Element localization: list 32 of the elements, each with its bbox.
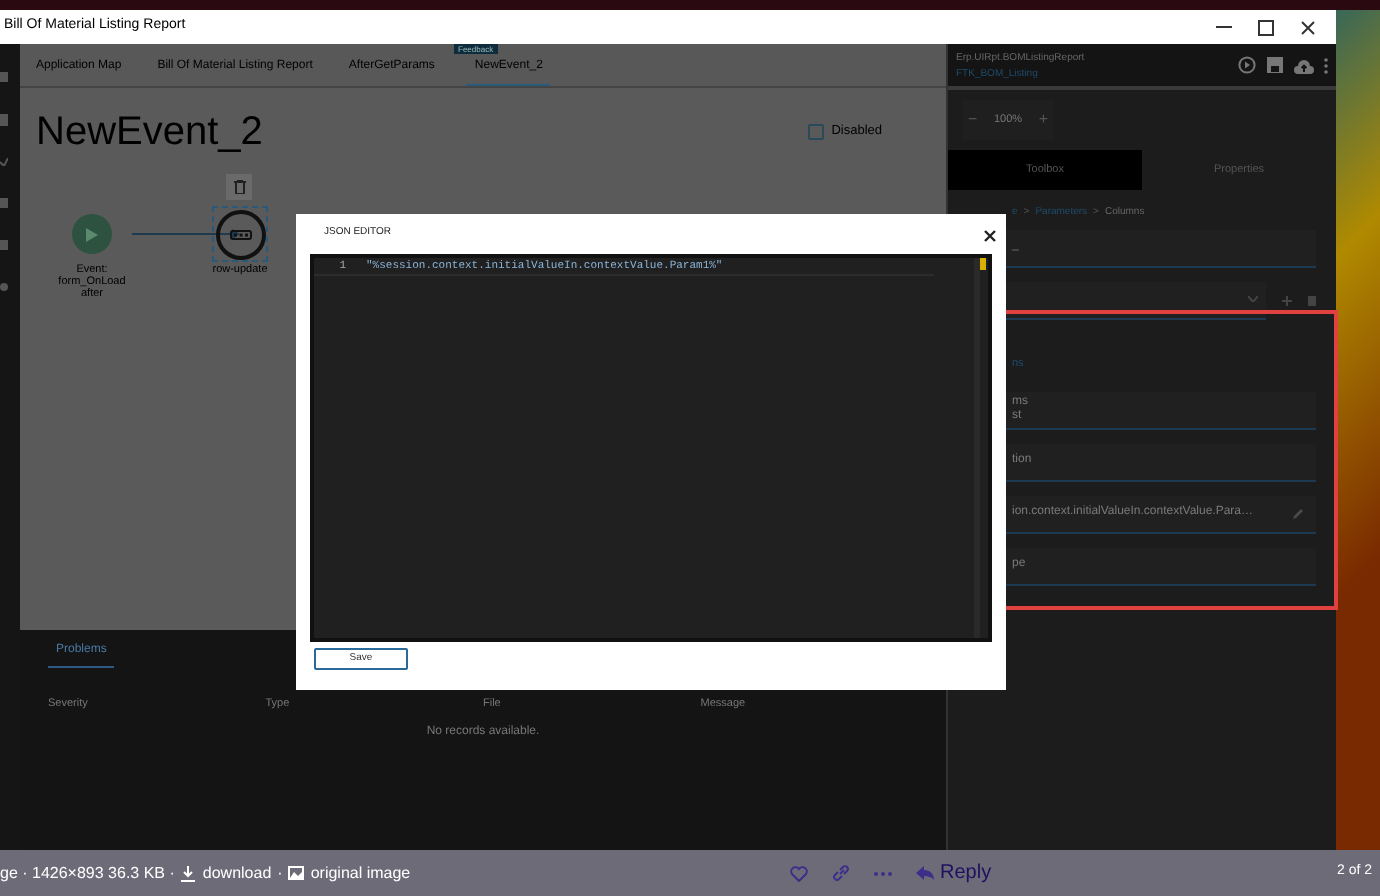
play-icon [86, 227, 98, 241]
reply-button[interactable]: Reply [916, 858, 992, 888]
plus-button[interactable]: + [1038, 108, 1048, 132]
page-title: NewEvent_2 [36, 112, 263, 152]
cloud-upload-icon[interactable] [1294, 57, 1314, 73]
scrollbar-marker [980, 258, 986, 270]
close-icon[interactable] [984, 230, 996, 242]
image-info: ge · 1426×893 36.3 KB · [0, 861, 175, 885]
reply-icon [916, 866, 934, 880]
play-icon[interactable] [1238, 56, 1256, 74]
action-node[interactable] [215, 209, 265, 259]
checkbox[interactable] [807, 124, 824, 140]
start-node[interactable] [72, 214, 112, 254]
sidebar-icon[interactable] [0, 282, 8, 292]
minus-button[interactable]: − [968, 108, 978, 132]
download-link[interactable]: download [202, 861, 272, 885]
pencil-icon[interactable] [1292, 507, 1304, 520]
original-image-link[interactable]: original image [310, 861, 411, 885]
minimize-icon[interactable] [1216, 25, 1232, 29]
connector-arrow [132, 228, 240, 240]
close-icon[interactable] [1300, 19, 1316, 35]
heart-icon[interactable] [790, 865, 808, 881]
ellipsis-icon [229, 229, 251, 239]
sidebar-icon[interactable] [0, 158, 8, 166]
separator-text: · [277, 861, 283, 885]
save-icon[interactable] [1266, 56, 1284, 74]
image-icon [288, 866, 305, 880]
maximize-icon[interactable] [1258, 19, 1274, 35]
chevron-down-icon [1248, 296, 1258, 302]
plus-icon[interactable] [1282, 295, 1292, 305]
download-icon [180, 865, 197, 881]
link-icon[interactable] [832, 864, 850, 882]
